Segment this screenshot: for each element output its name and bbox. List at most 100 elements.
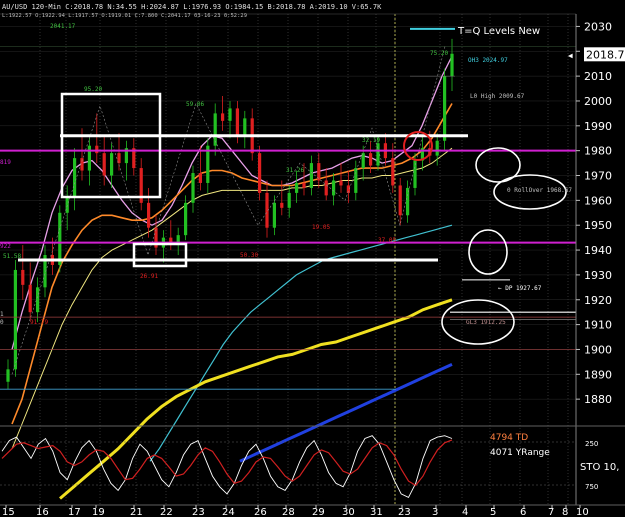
candle-body [435,140,439,156]
zigzag-line [11,46,446,375]
time-tick-label: 6 [520,507,526,517]
candle-body [376,143,380,166]
label-peak-59: 59.06 [186,101,204,108]
time-tick-label: 19 [92,507,105,517]
chart-title: T=Q Levels New [457,26,540,37]
candle-body [443,76,447,141]
time-tick-label: 5 [490,507,496,517]
time-tick-label: 16 [36,507,49,517]
label-mid-31: 31.26 [286,167,304,174]
label-low-19: 19.05 [312,224,330,231]
time-tick-label: 23 [398,507,411,517]
moving-average-line [11,55,453,350]
candle-body [95,145,99,154]
label-l0-high: L0 High 2009.67 [470,93,525,100]
chart-window: AU/USD 120-Min C:2018.78 N:34.55 H:2024.… [0,0,625,517]
current-price-label: 2018.78 [586,48,625,61]
candle-body [221,113,225,121]
price-chart: AU/USD 120-Min C:2018.78 N:34.55 H:2024.… [0,3,625,517]
candle-body [272,202,276,228]
candle-body [324,180,328,196]
price-tick-label: 1970 [584,170,612,183]
time-tick-label: 15 [2,507,15,517]
label-left-819: 819 [0,159,11,166]
candle-body [235,108,239,136]
candle-body [184,202,188,236]
time-tick-label: 23 [192,507,205,517]
price-tick-label: 1980 [584,145,612,158]
candle-body [36,287,40,313]
osc-tick-750: 750 [585,483,598,491]
time-tick-label: 28 [282,507,295,517]
candle-body [339,180,343,186]
label-peak-32: 32.19 [362,137,380,144]
label-low-50: 50.30 [240,252,258,259]
label-dp: ← DP 1927.67 [498,285,542,292]
moving-average-line [11,147,453,449]
price-tick-label: 1940 [584,244,612,257]
label-gl3: GL3 1912.25 [466,319,506,326]
time-tick-label: 10 [576,507,589,517]
candle-body [228,108,232,121]
candle-body [243,118,247,136]
candle-body [406,187,410,216]
candle-body [258,153,262,193]
moving-average-line [239,363,453,463]
stochastic-d-line [1,439,453,487]
time-tick-label: 29 [312,507,325,517]
time-tick-label: 8 [562,507,568,517]
candle-body [58,212,62,265]
time-tick-label: 7 [548,507,554,517]
candle-body [280,202,284,208]
label-rollover: 0 RollOver 1968.67 [507,187,572,194]
time-tick-label: 4 [462,507,468,517]
candle-body [398,185,402,216]
candle-body [309,163,313,188]
white-ellipse-3 [468,229,508,275]
price-tick-label: 1990 [584,120,612,133]
candle-body [6,369,10,382]
candle-body [354,168,358,193]
time-tick-label: 22 [160,507,173,517]
candle-body [391,158,395,186]
label-left-51: 51.58 [3,253,21,260]
candle-body [287,192,291,208]
label-low-37: 37.05 [378,237,396,244]
price-tick-label: 2030 [584,20,612,33]
label-left-91: 91.79 [30,319,48,326]
time-tick-label: 30 [342,507,355,517]
oscillator-label: STO 10, [580,462,619,473]
candle-body [147,202,151,228]
white-box-top [60,92,162,199]
label-left-1: 1 [0,311,4,318]
candle-body [450,53,454,77]
label-peak-95: 95.20 [84,86,102,93]
price-tick-label: 1930 [584,269,612,282]
price-tick-label: 1880 [584,393,612,406]
candle-body [295,182,299,193]
time-tick-label: 3 [432,507,438,517]
price-tick-label: 1960 [584,194,612,207]
time-tick-label: 31 [370,507,383,517]
oscillator-readout-yrange: 4071 YRange [490,448,550,458]
price-tick-label: 1910 [584,319,612,332]
time-tick-label: 26 [254,507,267,517]
candle-body [369,153,373,166]
candle-body [110,153,114,176]
price-tick-label: 1890 [584,368,612,381]
time-tick-label: 17 [68,507,81,517]
candle-body [87,145,91,171]
price-tick-label: 1900 [584,343,612,356]
label-left-0: 0 [0,319,4,326]
candle-body [21,269,25,285]
candle-body [73,158,77,198]
osc-tick-250: 250 [585,440,598,448]
candle-body [332,180,336,196]
oscillator-readout-td: 4794 TD [490,433,528,443]
header-quote: AU/USD 120-Min C:2018.78 N:34.55 H:2024.… [2,3,382,11]
time-tick-label: 24 [222,507,235,517]
candle-body [198,173,202,183]
label-top-75: 75.20 [430,50,448,57]
current-price-arrow: ◀ [568,52,573,59]
price-tick-label: 1920 [584,294,612,307]
